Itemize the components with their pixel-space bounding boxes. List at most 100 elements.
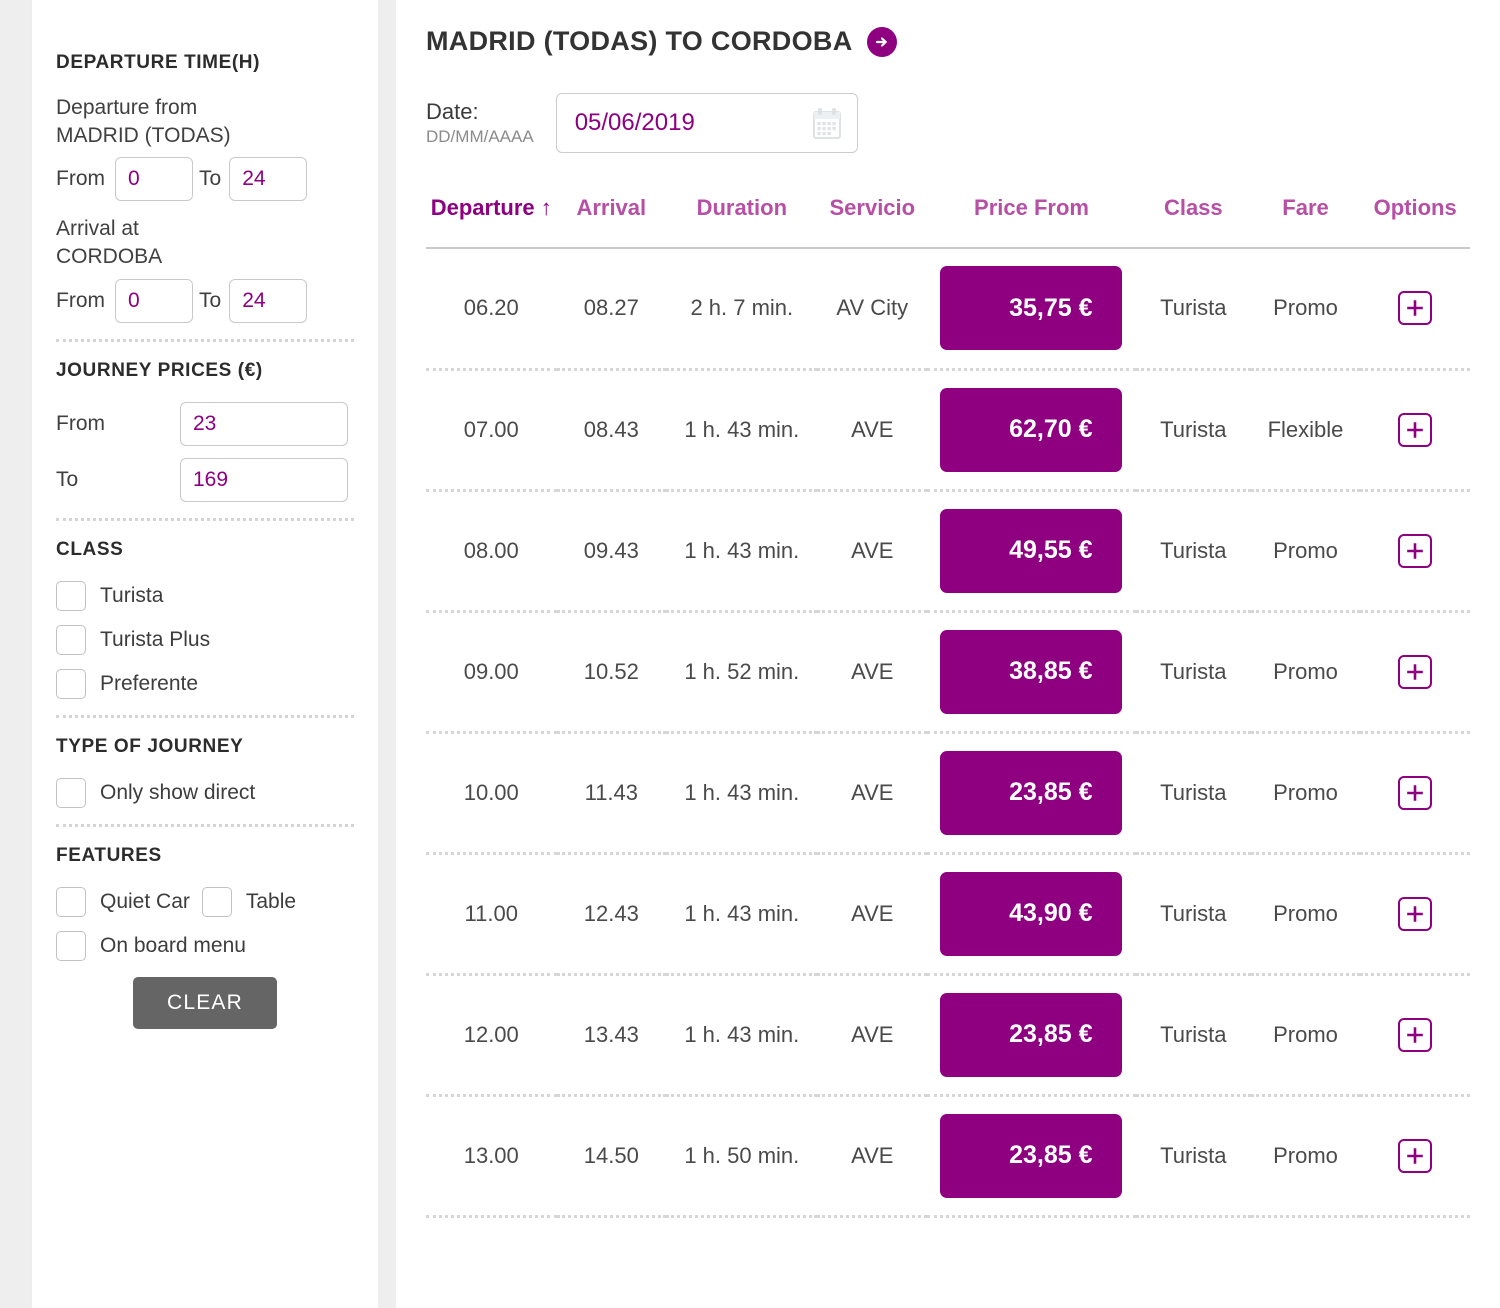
table-row[interactable]: 06.20 08.27 2 h. 7 min. AV City 35,75 € …: [426, 248, 1470, 369]
arrival-at-label: Arrival at CORDOBA: [56, 215, 354, 270]
table-row[interactable]: 10.00 11.43 1 h. 43 min. AVE 23,85 € Tur…: [426, 732, 1470, 853]
route-header: MADRID (TODAS) TO CORDOBA: [426, 22, 1470, 57]
plus-icon[interactable]: [1398, 291, 1433, 326]
checkbox-icon[interactable]: [56, 624, 86, 655]
cell-price: 62,70 €: [927, 369, 1136, 490]
price-button[interactable]: 23,85 €: [940, 992, 1123, 1077]
price-to-input[interactable]: [180, 457, 348, 502]
plus-icon[interactable]: [1398, 654, 1433, 689]
cell-departure: 06.20: [463, 295, 519, 321]
cell-duration: 1 h. 43 min.: [684, 779, 800, 805]
price-button[interactable]: 23,85 €: [940, 1113, 1123, 1198]
column-header-departure[interactable]: Departure ↑: [426, 195, 557, 248]
arrival-time-range: From To: [56, 278, 354, 323]
cell-departure: 13.00: [463, 1142, 519, 1168]
cell-fare: Promo: [1273, 658, 1338, 684]
checkbox-icon[interactable]: [201, 886, 232, 917]
cell-duration: 1 h. 43 min.: [684, 1021, 800, 1047]
date-input-field[interactable]: 05/06/2019: [555, 93, 858, 153]
left-gutter: [0, 0, 32, 1308]
checkbox-icon[interactable]: [56, 930, 86, 961]
class-option-turista-plus[interactable]: Turista Plus: [56, 624, 354, 655]
cell-price: 49,55 €: [927, 490, 1136, 611]
cell-fare: Promo: [1273, 295, 1338, 321]
cell-arrival: 08.27: [583, 295, 639, 321]
plus-icon[interactable]: [1398, 1138, 1433, 1173]
column-header-servicio[interactable]: Servicio: [817, 195, 927, 248]
table-row[interactable]: 13.00 14.50 1 h. 50 min. AVE 23,85 € Tur…: [426, 1095, 1470, 1216]
cell-price: 23,85 €: [927, 974, 1136, 1095]
cell-arrival: 09.43: [583, 537, 639, 563]
cell-options: [1360, 1095, 1470, 1216]
cell-fare: Promo: [1273, 1021, 1338, 1047]
arrival-to-hour-input[interactable]: [229, 278, 308, 323]
date-input-value[interactable]: 05/06/2019: [575, 109, 695, 137]
cell-options: [1360, 490, 1470, 611]
checkbox-icon[interactable]: [56, 777, 86, 808]
table-row[interactable]: 07.00 08.43 1 h. 43 min. AVE 62,70 € Tur…: [426, 369, 1470, 490]
price-button[interactable]: 43,90 €: [940, 871, 1123, 956]
departure-to-hour-input[interactable]: [229, 157, 308, 202]
column-header-price-from[interactable]: Price From: [927, 195, 1136, 248]
date-label: Date:: [426, 99, 479, 125]
price-button[interactable]: 38,85 €: [940, 629, 1123, 714]
table-row[interactable]: 08.00 09.43 1 h. 43 min. AVE 49,55 € Tur…: [426, 490, 1470, 611]
price-button[interactable]: 49,55 €: [940, 508, 1123, 593]
table-body: 06.20 08.27 2 h. 7 min. AV City 35,75 € …: [426, 248, 1470, 1216]
cell-class: Turista: [1160, 1142, 1227, 1168]
class-option-preferente[interactable]: Preferente: [56, 668, 354, 699]
class-option-turista[interactable]: Turista: [56, 580, 354, 611]
type-of-journey-section-title: TYPE OF JOURNEY: [56, 735, 244, 757]
column-header-duration[interactable]: Duration: [666, 195, 817, 248]
page-title: MADRID (TODAS) TO CORDOBA: [426, 26, 853, 56]
column-header-options[interactable]: Options: [1360, 195, 1470, 248]
results-panel: MADRID (TODAS) TO CORDOBA Date: DD/MM/AA…: [396, 0, 1500, 1308]
table-row[interactable]: 09.00 10.52 1 h. 52 min. AVE 38,85 € Tur…: [426, 611, 1470, 732]
price-to-label: To: [56, 467, 79, 491]
departure-from-station: MADRID (TODAS): [56, 123, 231, 147]
price-from-input[interactable]: [180, 401, 348, 446]
column-header-class[interactable]: Class: [1136, 195, 1251, 248]
cell-price: 38,85 €: [927, 611, 1136, 732]
feature-option-table-label: Table: [245, 889, 297, 913]
checkbox-icon[interactable]: [56, 580, 86, 611]
price-button[interactable]: 62,70 €: [940, 387, 1123, 472]
clear-filters-button[interactable]: CLEAR: [132, 976, 278, 1029]
calendar-icon[interactable]: [811, 107, 843, 146]
departure-from-hour-input[interactable]: [115, 157, 193, 202]
filters-sidebar: DEPARTURE TIME(H) Departure from MADRID …: [32, 0, 378, 1308]
price-button[interactable]: 35,75 €: [940, 266, 1123, 351]
price-button[interactable]: 23,85 €: [940, 750, 1123, 835]
cell-price: 23,85 €: [927, 1095, 1136, 1216]
arrival-to-range-label: To: [199, 288, 222, 312]
checkbox-icon[interactable]: [56, 668, 86, 699]
column-header-arrival[interactable]: Arrival: [557, 195, 667, 248]
cell-servicio: AVE: [851, 1021, 894, 1047]
sort-ascending-icon[interactable]: ↑: [541, 195, 552, 220]
table-row[interactable]: 11.00 12.43 1 h. 43 min. AVE 43,90 € Tur…: [426, 853, 1470, 974]
class-section-title: CLASS: [56, 538, 124, 560]
plus-icon[interactable]: [1398, 896, 1433, 931]
plus-icon[interactable]: [1398, 1017, 1433, 1052]
cell-duration: 1 h. 43 min.: [684, 537, 800, 563]
cell-options: [1360, 853, 1470, 974]
cell-options: [1360, 732, 1470, 853]
table-row[interactable]: 12.00 13.43 1 h. 43 min. AVE 23,85 € Tur…: [426, 974, 1470, 1095]
plus-icon[interactable]: [1398, 533, 1433, 568]
feature-option-on-board-menu[interactable]: On board menu: [56, 930, 354, 961]
arrow-right-circle-icon[interactable]: [866, 26, 897, 57]
journey-option-only-direct[interactable]: Only show direct: [56, 777, 354, 808]
plus-icon[interactable]: [1398, 775, 1433, 810]
cell-duration: 1 h. 50 min.: [684, 1142, 800, 1168]
class-option-label: Turista Plus: [100, 627, 211, 651]
features-row-first: Quiet Car Table: [56, 886, 354, 917]
cell-departure: 10.00: [463, 779, 519, 805]
arrival-from-hour-input[interactable]: [115, 278, 193, 323]
column-header-fare[interactable]: Fare: [1251, 195, 1361, 248]
cell-arrival: 12.43: [583, 900, 639, 926]
cell-class: Turista: [1160, 658, 1227, 684]
departure-from-label: Departure from MADRID (TODAS): [56, 94, 354, 149]
checkbox-icon[interactable]: [56, 886, 86, 917]
class-option-label: Preferente: [100, 671, 199, 695]
plus-icon[interactable]: [1398, 412, 1433, 447]
